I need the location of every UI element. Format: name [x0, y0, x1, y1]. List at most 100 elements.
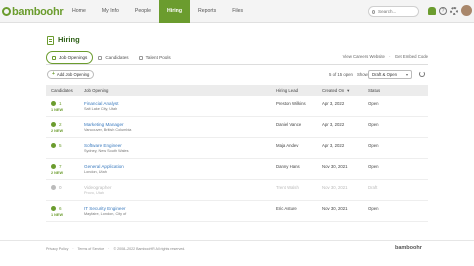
- table-row[interactable]: 7 2 NEW General Application London, Utah…: [46, 159, 428, 180]
- status-filter-select[interactable]: Draft & Open ▾: [368, 70, 412, 79]
- job-title-link[interactable]: Marketing Manager: [84, 122, 124, 127]
- candidates-icon: [51, 122, 56, 127]
- candidates-icon: [51, 164, 56, 169]
- user-avatar[interactable]: [461, 5, 472, 16]
- created-on: Nov 30, 2021: [322, 164, 348, 169]
- job-title-link[interactable]: IT Security Engineer: [84, 206, 126, 211]
- header-created-on-label: Created On: [322, 88, 345, 93]
- candidate-count-value: 1: [59, 101, 62, 106]
- status: Open: [368, 101, 379, 106]
- tab-links: View Careers Website · Get Embed Code: [340, 54, 428, 59]
- candidate-count[interactable]: 6: [51, 206, 62, 211]
- footer-bamboohr-logo: bamboohr: [395, 245, 422, 251]
- created-on: Nov 30, 2021: [322, 185, 348, 190]
- search-box[interactable]: [368, 6, 419, 17]
- header-candidates[interactable]: Candidates: [51, 85, 73, 96]
- tab-label: Job Openings: [59, 55, 88, 60]
- hiring-lead: Eric Asture: [276, 206, 297, 211]
- copyright-text: © 2008–2022 BambooHR All rights reserved…: [113, 247, 186, 251]
- created-on: Apr 3, 2022: [322, 101, 345, 106]
- candidates-icon: [51, 185, 56, 190]
- status: Open: [368, 143, 379, 148]
- candidate-count-value: 5: [59, 143, 62, 148]
- tabs-divider: [46, 64, 428, 65]
- tab-candidates[interactable]: Candidates: [93, 51, 133, 64]
- status: Draft: [368, 185, 378, 190]
- header-hiring-lead[interactable]: Hiring Lead: [276, 85, 298, 96]
- bamboohr-logo-icon: [2, 7, 11, 16]
- nav-item-reports[interactable]: Reports: [190, 0, 224, 23]
- job-openings-icon: [52, 55, 56, 60]
- candidate-count-value: 6: [59, 206, 62, 211]
- new-candidates-badge: 2 NEW: [51, 171, 64, 175]
- settings-gear-icon[interactable]: [450, 7, 458, 15]
- footer-links: Privacy Policy · Terms of Service · © 20…: [46, 247, 188, 251]
- nav-item-home[interactable]: Home: [64, 0, 94, 23]
- top-navigation-bar: bamboohr Home My Info People Hiring Repo…: [0, 0, 474, 23]
- tab-talent-pools[interactable]: Talent Pools: [134, 51, 176, 64]
- get-embed-code-link[interactable]: Get Embed Code: [395, 54, 428, 59]
- job-location: Provo, Utah: [84, 191, 105, 195]
- created-on: Nov 30, 2021: [322, 206, 348, 211]
- header-created-on[interactable]: Created On ▼: [322, 85, 350, 96]
- tab-job-openings[interactable]: Job Openings: [46, 51, 94, 64]
- page-title: Hiring: [58, 35, 80, 44]
- hiring-lead: Daniel Vance: [276, 122, 302, 127]
- new-candidates-badge: 1 NEW: [51, 108, 64, 112]
- candidates-icon: [51, 101, 56, 106]
- candidate-count[interactable]: 5: [51, 143, 62, 148]
- job-title-link[interactable]: Videographer: [84, 185, 112, 190]
- new-candidates-badge: 1 NEW: [51, 213, 64, 217]
- nav-item-files[interactable]: Files: [224, 0, 251, 23]
- candidate-count[interactable]: 1: [51, 101, 62, 106]
- talent-pools-icon: [138, 55, 143, 60]
- job-title-link[interactable]: Software Engineer: [84, 143, 122, 148]
- view-careers-website-link[interactable]: View Careers Website: [343, 54, 385, 59]
- candidates-icon: [98, 55, 103, 60]
- nav-item-my-info[interactable]: My Info: [94, 0, 127, 23]
- add-job-opening-button[interactable]: + Add Job Opening: [47, 70, 95, 79]
- candidate-count-value: 7: [59, 164, 62, 169]
- candidate-count[interactable]: 2: [51, 122, 62, 127]
- footer-divider: [0, 240, 474, 241]
- links-separator: ·: [389, 54, 391, 59]
- hiring-lead: Trent Walsh: [276, 185, 299, 190]
- status: Open: [368, 164, 379, 169]
- table-row[interactable]: 2 2 NEW Marketing Manager Vancouver, Bri…: [46, 117, 428, 138]
- candidate-count-value: 2: [59, 122, 62, 127]
- candidate-count[interactable]: 7: [51, 164, 62, 169]
- header-job-opening[interactable]: Job Opening: [84, 85, 108, 96]
- notifications-icon[interactable]: [428, 7, 436, 15]
- job-title-link[interactable]: Financial Analyst: [84, 101, 118, 106]
- status: Open: [368, 206, 379, 211]
- created-on: Apr 3, 2022: [322, 122, 345, 127]
- search-input[interactable]: [378, 9, 418, 14]
- hiring-lead: Preston Wilkins: [276, 101, 306, 106]
- tab-label: Candidates: [105, 55, 129, 60]
- table-row[interactable]: 5 Software Engineer Sydney, New South Wa…: [46, 138, 428, 159]
- refresh-icon[interactable]: [419, 71, 425, 77]
- tab-label: Talent Pools: [145, 55, 171, 60]
- candidate-count-value: 0: [59, 185, 62, 190]
- status-filter-value: Draft & Open: [372, 72, 398, 77]
- table-row[interactable]: 6 1 NEW IT Security Engineer Mayfaire, L…: [46, 201, 428, 222]
- logo-text: bamboohr: [12, 5, 64, 18]
- job-location: Mayfaire, London, City of: [84, 212, 127, 216]
- nav-item-people[interactable]: People: [127, 0, 159, 23]
- bamboohr-logo[interactable]: bamboohr: [2, 5, 64, 18]
- main-nav: Home My Info People Hiring Reports Files: [64, 0, 251, 23]
- search-icon: [372, 9, 375, 14]
- table-row[interactable]: 1 1 NEW Financial Analyst Salt Lake City…: [46, 96, 428, 117]
- nav-item-hiring[interactable]: Hiring: [159, 0, 191, 23]
- help-icon[interactable]: ?: [439, 7, 447, 15]
- chevron-down-icon: ▾: [405, 72, 408, 77]
- header-status[interactable]: Status: [368, 85, 380, 96]
- terms-of-service-link[interactable]: Terms of Service: [78, 247, 105, 251]
- job-location: London, Utah: [84, 170, 107, 174]
- table-row[interactable]: 0 Videographer Provo, Utah Trent Walsh N…: [46, 180, 428, 201]
- candidate-count[interactable]: 0: [51, 185, 62, 190]
- privacy-policy-link[interactable]: Privacy Policy: [46, 247, 68, 251]
- plus-icon: +: [52, 71, 55, 77]
- candidates-icon: [51, 143, 56, 148]
- job-title-link[interactable]: General Application: [84, 164, 124, 169]
